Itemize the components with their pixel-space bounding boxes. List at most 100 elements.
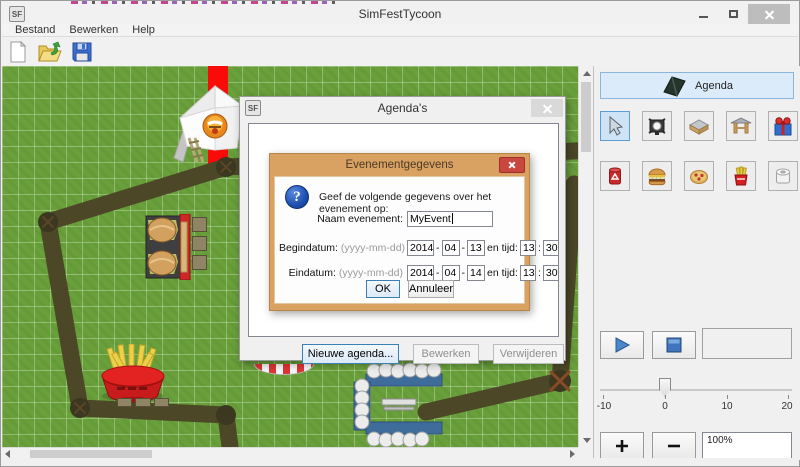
begin-month-field[interactable]: 04 [442, 240, 460, 256]
delete-agenda-button[interactable]: Verwijderen [493, 344, 564, 364]
end-month-field[interactable]: 04 [442, 265, 460, 281]
play-button[interactable] [600, 331, 644, 359]
event-name-label: Naam evenement: [279, 213, 403, 225]
window-title: SimFestTycoon [2, 7, 798, 21]
burger-icon [646, 165, 668, 187]
fries-stand[interactable] [95, 344, 171, 404]
tool-gift[interactable] [768, 111, 798, 141]
title-bar: SF SimFestTycoon [2, 4, 798, 24]
close-button[interactable] [748, 4, 790, 24]
picnic-bench[interactable] [185, 136, 205, 164]
event-name-value: MyEvent [410, 213, 451, 225]
app-window: SF SimFestTycoon Bestand Bewerken Help [0, 0, 800, 467]
save-file-button[interactable] [70, 40, 94, 64]
menu-bestand[interactable]: Bestand [8, 24, 62, 36]
maximize-icon [729, 10, 738, 18]
begin-hour-field[interactable]: 13 [520, 240, 536, 256]
trashcan-icon [604, 165, 626, 187]
end-hour-field[interactable]: 13 [520, 265, 536, 281]
agenda-button-label: Agenda [695, 80, 733, 92]
tool-stall[interactable] [726, 111, 756, 141]
minimize-button[interactable] [688, 4, 718, 24]
tool-fries[interactable] [726, 161, 756, 191]
festival-tent[interactable] [172, 80, 244, 162]
event-name-field[interactable]: MyEvent [407, 211, 493, 227]
cancel-button[interactable]: Annuleer [408, 280, 454, 298]
menu-bewerken[interactable]: Bewerken [62, 24, 125, 36]
zoom-level-field[interactable]: 100% [702, 432, 792, 460]
end-day-field[interactable]: 14 [467, 265, 485, 281]
tool-spotlight[interactable] [642, 111, 672, 141]
map-vertical-scrollbar[interactable] [578, 66, 593, 447]
edit-agenda-button[interactable]: Bewerken [413, 344, 479, 364]
minimize-icon [699, 16, 708, 18]
pizza-icon [688, 165, 710, 187]
agenda-book-icon [661, 75, 687, 97]
open-file-icon [38, 41, 62, 63]
maximize-button[interactable] [718, 4, 748, 24]
fries-icon [730, 165, 752, 187]
question-icon: ? [285, 185, 309, 209]
tool-pizza[interactable] [684, 161, 714, 191]
menu-bar: Bestand Bewerken Help [2, 24, 798, 37]
date-separator: - [434, 242, 442, 254]
scroll-right-icon[interactable] [570, 450, 575, 458]
tool-stage[interactable] [684, 111, 714, 141]
close-icon [508, 161, 516, 169]
vertical-scroll-thumb[interactable] [581, 82, 591, 152]
close-icon [764, 9, 775, 20]
ok-button[interactable]: OK [366, 280, 400, 298]
sidebar: Agenda [593, 66, 800, 460]
stage-icon [688, 115, 710, 137]
begin-year-field[interactable]: 2014 [407, 240, 434, 256]
event-begin-row: Begindatum: (yyyy-mm-dd) 2014 - 04 - 13 … [279, 239, 522, 256]
begin-time-label: en tijd: [485, 242, 520, 254]
event-dialog-title: Evenementgegevens [270, 159, 529, 171]
stop-button[interactable] [652, 331, 696, 359]
scroll-up-icon[interactable] [583, 71, 591, 76]
agendas-dialog-titlebar: SF Agenda's [240, 97, 565, 119]
event-close-button[interactable] [499, 157, 525, 173]
cursor-icon [604, 115, 626, 137]
begin-day-field[interactable]: 13 [467, 240, 485, 256]
new-agenda-button[interactable]: Nieuwe agenda... [302, 344, 399, 364]
toolbar [2, 38, 589, 66]
window-bottom-edge [2, 458, 798, 465]
tool-toilet-roll[interactable] [768, 161, 798, 191]
speed-display-panel [702, 328, 792, 359]
end-time-label: en tijd: [485, 267, 520, 279]
scroll-down-icon[interactable] [583, 438, 591, 443]
open-file-button[interactable] [38, 40, 62, 64]
slider-label-ten: 10 [721, 401, 732, 412]
minus-icon [666, 438, 682, 454]
agenda-button[interactable]: Agenda [600, 72, 794, 99]
menu-help[interactable]: Help [125, 24, 162, 36]
zoom-out-button[interactable] [652, 432, 696, 460]
bench-row[interactable] [117, 398, 169, 407]
speed-slider-track[interactable] [600, 389, 792, 391]
bench-row[interactable] [192, 217, 207, 275]
new-file-button[interactable] [6, 40, 30, 64]
slider-label-max: 20 [781, 401, 792, 412]
burger-stand[interactable] [144, 214, 192, 280]
time-separator: : [536, 267, 543, 279]
scroll-left-icon[interactable] [5, 450, 10, 458]
tool-trashcan[interactable] [600, 161, 630, 191]
time-separator: : [536, 242, 543, 254]
end-year-field[interactable]: 2014 [407, 265, 434, 281]
barrel-fence[interactable] [352, 362, 444, 447]
new-file-icon [8, 41, 28, 63]
date-separator: - [460, 267, 468, 279]
begin-minute-field[interactable]: 30 [543, 240, 559, 256]
zoom-in-button[interactable] [600, 432, 644, 460]
event-name-row: Naam evenement: MyEvent [279, 210, 522, 227]
end-minute-field[interactable]: 30 [543, 265, 559, 281]
slider-label-zero: 0 [662, 401, 668, 412]
save-file-icon [71, 41, 93, 63]
slider-tick [727, 395, 728, 399]
tool-select[interactable] [600, 111, 630, 141]
agendas-close-button[interactable] [531, 99, 563, 117]
date-format-hint: (yyyy-mm-dd) [341, 242, 405, 254]
tool-burger[interactable] [642, 161, 672, 191]
stop-icon [666, 337, 682, 353]
